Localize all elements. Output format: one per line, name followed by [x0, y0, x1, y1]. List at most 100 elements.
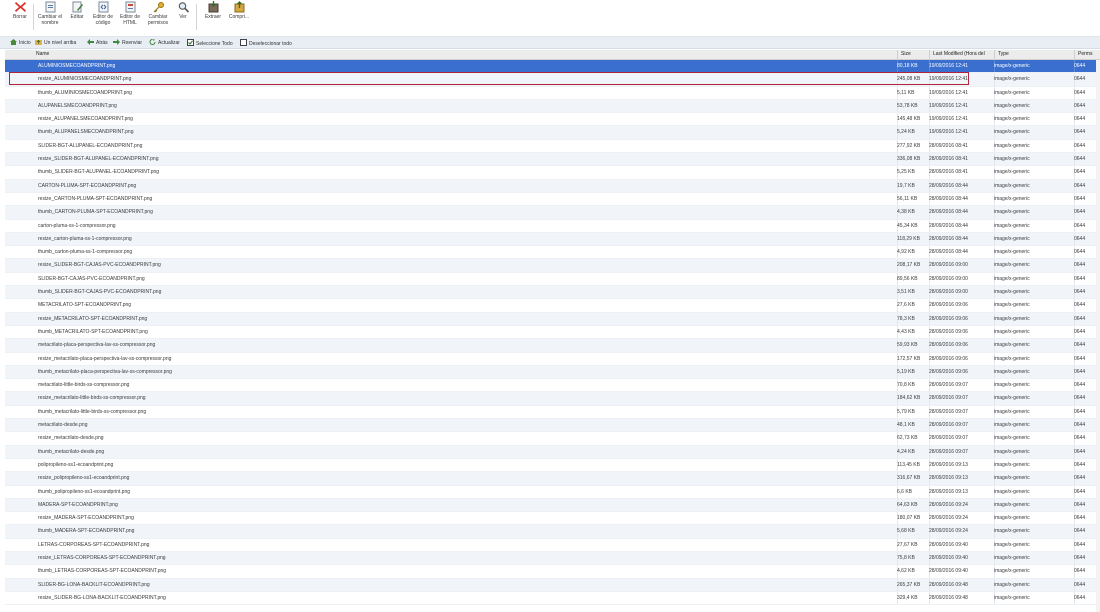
back-button[interactable]: Atrás — [87, 39, 108, 46]
file-name[interactable]: resize_SLIDER-BGT-ALUPANEL-ECOANDPRINT.p… — [38, 153, 893, 165]
file-row[interactable]: SLIDER-BG-LONA-BACKLIT-ECOANDPRINT.png 26… — [5, 578, 1100, 592]
file-row[interactable]: CARTON-PLUMA-SPT-ECOANDPRINT.png 19,7 KB 2… — [5, 179, 1100, 193]
file-name[interactable]: thumb_CARTON-PLUMA-SPT-ECOANDPRINT.png — [38, 206, 893, 218]
file-name[interactable]: resize_SLIDER-BGT-CAJAS-PVC-ECOANDPRINT.… — [38, 259, 893, 271]
up-one-level-button[interactable]: Un nivel arriba — [35, 39, 76, 46]
file-row[interactable]: resize_CARTON-PLUMA-SPT-ECOANDPRINT.png 5… — [5, 192, 1100, 207]
file-name[interactable]: ALUPANELSMECOANDPRINT.png — [38, 100, 893, 112]
file-name[interactable]: thumb_ALUMINIOSMECOANDPRINT.png — [38, 87, 893, 99]
file-row[interactable]: resize_METACRILATO-SPT-ECOANDPRINT.png 78… — [5, 312, 1100, 326]
file-row[interactable]: thumb_LETRAS-CORPOREAS-SPT-ECOANDPRINT.p… — [5, 565, 1100, 579]
file-row[interactable]: resize_SLIDER-BGT-ALUPANEL-ECOANDPRINT.p… — [5, 153, 1100, 167]
file-row[interactable]: thumb_SLIDER-BGT-CAJAS-PVC-ECOANDPRINT.p… — [5, 286, 1100, 300]
file-row[interactable]: thumb_metacrilato-placa-perspectiva-lav-… — [5, 365, 1100, 380]
file-row[interactable]: resize_LETRAS-CORPOREAS-SPT-ECOANDPRINT.… — [5, 551, 1100, 566]
column-header-name[interactable]: Name — [33, 50, 897, 59]
file-name[interactable]: thumb_SLIDER-BGT-ALUPANEL-ECOANDPRINT.pn… — [38, 166, 893, 178]
file-name[interactable]: resize_carton-pluma-ss-1-compressor.png — [38, 233, 893, 245]
file-row[interactable]: resize_SLIDER-BGT-CAJAS-PVC-ECOANDPRINT.… — [5, 259, 1100, 273]
file-name[interactable]: thumb_metacrilato-little-birds-ss-compre… — [38, 406, 893, 418]
code-editor-button[interactable]: Editor de código — [90, 1, 116, 26]
file-name[interactable]: ALUMINIOSMECOANDPRINT.png — [38, 60, 893, 72]
file-name[interactable]: resize_CARTON-PLUMA-SPT-ECOANDPRINT.png — [38, 193, 893, 205]
file-row[interactable]: resize_polipropileno-ss1-ecoandprint.png… — [5, 472, 1100, 486]
column-header-size[interactable]: Size — [897, 50, 929, 59]
file-row[interactable]: thumb_metacrilato-desde.png 4,24 KB 28/09/… — [5, 445, 1100, 459]
file-name[interactable]: thumb_metacrilato-desde.png — [38, 446, 893, 458]
select-all-button[interactable]: Seleccione Todo — [187, 39, 233, 47]
file-name[interactable]: resize_metacrilato-little-birds-ss-compr… — [38, 392, 893, 404]
refresh-button[interactable]: Actualizar — [149, 38, 180, 46]
file-name[interactable]: SLIDER-BG-LONA-BACKLIT-ECOANDPRINT.png — [38, 579, 893, 591]
file-name[interactable]: thumb_ALUPANELSMECOANDPRINT.png — [38, 126, 893, 138]
forward-button[interactable]: Reenviar — [113, 39, 142, 46]
file-row[interactable]: SLIDER-BGT-ALUPANEL-ECOANDPRINT.png 277,9… — [5, 139, 1100, 154]
file-name[interactable]: thumb_MADERA-SPT-ECOANDPRINT.png — [38, 525, 893, 537]
file-name[interactable]: LETRAS-CORPOREAS-SPT-ECOANDPRINT.png — [38, 539, 893, 551]
compress-button[interactable]: Compri... — [228, 1, 250, 20]
file-name[interactable]: SLIDER-BGT-CAJAS-PVC-ECOANDPRINT.png — [38, 273, 893, 285]
file-row[interactable]: thumb_ALUPANELSMECOANDPRINT.png 5,24 KB 19… — [5, 126, 1100, 140]
file-name[interactable]: thumb_metacrilato-placa-perspectiva-lav-… — [38, 366, 893, 378]
file-name[interactable]: thumb_carton-pluma-ss-1-compressor.png — [38, 246, 893, 258]
file-row[interactable]: thumb_CARTON-PLUMA-SPT-ECOANDPRINT.png 4,… — [5, 206, 1100, 220]
html-editor-button[interactable]: Editor de HTML — [117, 1, 143, 26]
file-name[interactable]: resize_polipropileno-ss1-ecoandprint.png — [38, 472, 893, 484]
home-button[interactable]: Inicio — [10, 39, 31, 46]
file-name[interactable]: resize_ALUMINIOSMECOANDPRINT.png — [38, 73, 893, 85]
file-name[interactable]: resize_metacrilato-placa-perspectiva-lav… — [38, 353, 893, 365]
file-row[interactable]: thumb_metacrilato-little-birds-ss-compre… — [5, 405, 1100, 420]
file-name[interactable]: thumb_LETRAS-CORPOREAS-SPT-ECOANDPRINT.p… — [38, 565, 893, 577]
file-name[interactable]: metacrilato-desde.png — [38, 419, 893, 431]
file-row[interactable]: thumb_polipropileno-ss1-ecoandprint.png 6… — [5, 485, 1100, 499]
file-name[interactable]: thumb_SLIDER-BGT-CAJAS-PVC-ECOANDPRINT.p… — [38, 286, 893, 298]
rename-button[interactable]: Cambiar el nombre — [37, 1, 63, 26]
file-name[interactable]: thumb_METACRILATO-SPT-ECOANDPRINT.png — [38, 326, 893, 338]
file-name[interactable]: resize_SLIDER-BG-LONA-BACKLIT-ECOANDPRIN… — [38, 592, 893, 604]
file-row[interactable]: ALUMINIOSMECOANDPRINT.png 80,18 KB 19/09/2… — [5, 60, 1100, 74]
file-row[interactable]: thumb_METACRILATO-SPT-ECOANDPRINT.png 4,4… — [5, 325, 1100, 340]
file-name[interactable]: resize_METACRILATO-SPT-ECOANDPRINT.png — [38, 313, 893, 325]
file-row[interactable]: metacrilato-placa-perspectiva-lav-ss-com… — [5, 339, 1100, 353]
file-name[interactable]: resize_MADERA-SPT-ECOANDPRINT.png — [38, 512, 893, 524]
view-button[interactable]: Ver — [176, 1, 190, 20]
file-name[interactable]: SLIDER-BGT-ALUPANEL-ECOANDPRINT.png — [38, 140, 893, 152]
file-name[interactable]: thumb_polipropileno-ss1-ecoandprint.png — [38, 486, 893, 498]
vertical-scrollbar[interactable] — [1096, 60, 1100, 612]
column-header-last-modified[interactable]: Last Modified (Hora del — [929, 50, 994, 59]
file-row[interactable]: metacrilato-little-birds-ss-compressor.p… — [5, 379, 1100, 393]
file-name[interactable]: METACRILATO-SPT-ECOANDPRINT.png — [38, 299, 893, 311]
file-name[interactable]: resize_metacrilato-desde.png — [38, 432, 893, 444]
file-row[interactable]: resize_metacrilato-desde.png 62,73 KB 28/0… — [5, 432, 1100, 446]
file-row[interactable]: thumb_carton-pluma-ss-1-compressor.png 4,… — [5, 246, 1100, 260]
deselect-all-button[interactable]: Deseleccionar todo — [240, 39, 292, 47]
file-name[interactable]: MADERA-SPT-ECOANDPRINT.png — [38, 499, 893, 511]
file-name[interactable]: CARTON-PLUMA-SPT-ECOANDPRINT.png — [38, 180, 893, 192]
delete-button[interactable]: Borrar — [12, 1, 28, 20]
column-header-perms[interactable]: Perms — [1074, 50, 1100, 59]
file-name[interactable]: carton-pluma-ss-1-compressor.png — [38, 220, 893, 232]
file-row[interactable]: resize_ALUPANELSMECOANDPRINT.png 145,48 K… — [5, 113, 1100, 127]
file-row[interactable]: MADERA-SPT-ECOANDPRINT.png 64,63 KB 28/09/… — [5, 498, 1100, 513]
file-row[interactable]: thumb_MADERA-SPT-ECOANDPRINT.png 5,68 KB 2… — [5, 525, 1100, 539]
change-permissions-button[interactable]: Cambiar permisos — [145, 1, 171, 26]
file-row[interactable]: polipropileno-ss1-ecoandprint.png 113,45 … — [5, 458, 1100, 473]
file-name[interactable]: metacrilato-little-birds-ss-compressor.p… — [38, 379, 893, 391]
file-row[interactable]: resize_SLIDER-BG-LONA-BACKLIT-ECOANDPRIN… — [5, 591, 1100, 606]
file-row[interactable]: thumb_ALUMINIOSMECOANDPRINT.png 5,11 KB 19… — [5, 86, 1100, 100]
file-row[interactable]: resize_ALUMINIOSMECOANDPRINT.png 245,08 K… — [5, 73, 1100, 87]
file-row[interactable]: resize_metacrilato-placa-perspectiva-lav… — [5, 352, 1100, 366]
file-name[interactable]: metacrilato-placa-perspectiva-lav-ss-com… — [38, 339, 893, 351]
file-row[interactable]: thumb_SLIDER-BGT-ALUPANEL-ECOANDPRINT.pn… — [5, 166, 1100, 180]
extract-button[interactable]: Extraer — [203, 1, 223, 20]
file-row[interactable]: METACRILATO-SPT-ECOANDPRINT.png 27,6 KB 28… — [5, 299, 1100, 313]
file-row[interactable]: metacrilato-desde.png 48,1 KB 28/09/2016 0… — [5, 419, 1100, 433]
file-row[interactable]: resize_metacrilato-little-birds-ss-compr… — [5, 392, 1100, 406]
file-name[interactable]: resize_LETRAS-CORPOREAS-SPT-ECOANDPRINT.… — [38, 552, 893, 564]
file-row[interactable]: carton-pluma-ss-1-compressor.png 45,34 KB… — [5, 219, 1100, 233]
file-name[interactable]: resize_ALUPANELSMECOANDPRINT.png — [38, 113, 893, 125]
file-row[interactable]: LETRAS-CORPOREAS-SPT-ECOANDPRINT.png 27,6… — [5, 538, 1100, 552]
file-row[interactable]: resize_MADERA-SPT-ECOANDPRINT.png 180,07 … — [5, 512, 1100, 526]
file-row[interactable]: resize_carton-pluma-ss-1-compressor.png 1… — [5, 232, 1100, 247]
edit-button[interactable]: Editar — [66, 1, 88, 20]
